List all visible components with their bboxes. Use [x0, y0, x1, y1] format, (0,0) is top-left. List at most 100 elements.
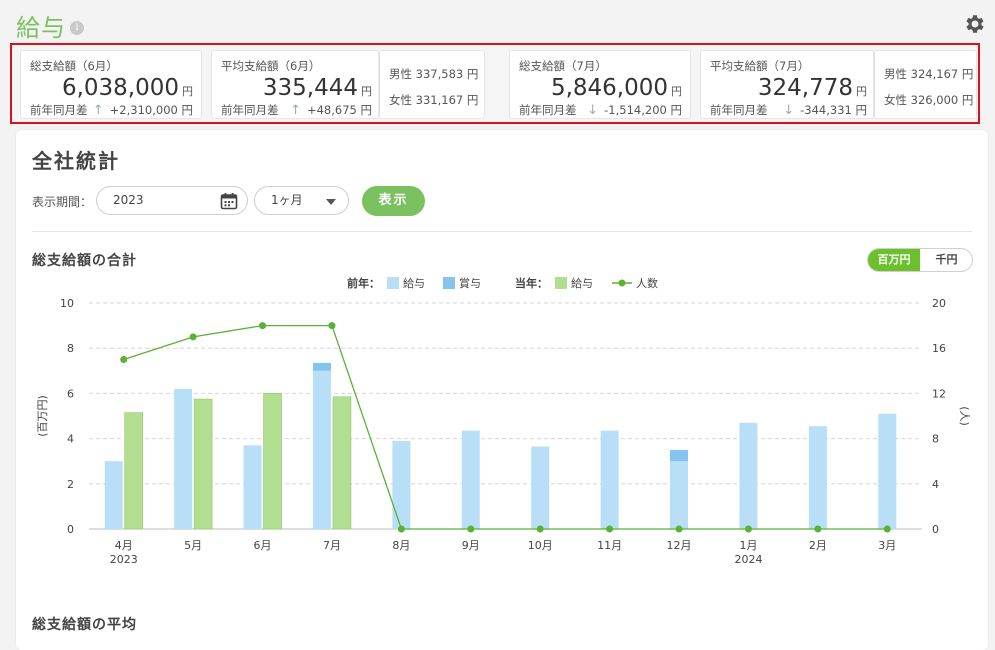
- people-line: [123, 324, 888, 530]
- people-point: [675, 525, 683, 533]
- male-average: 男性 337,583 円: [389, 67, 479, 81]
- y2-tick-label: 16: [932, 342, 946, 355]
- kpi-value: 324,778 円: [757, 75, 867, 101]
- calendar-icon[interactable]: [220, 192, 238, 210]
- kpi-diff-label: 前年同月差: [710, 103, 768, 117]
- y2-tick-label: 8: [932, 433, 939, 446]
- bar-curr-salary: [124, 412, 144, 530]
- arrow-up-icon: ↑: [290, 103, 301, 118]
- x-year-label: 2024: [734, 553, 762, 566]
- x-year-label: 2023: [110, 553, 138, 566]
- unit-option-million[interactable]: 百万円: [868, 249, 920, 271]
- legend-prev-salary-swatch: [387, 277, 399, 289]
- x-tick-label: 3月: [878, 539, 896, 552]
- unit-toggle[interactable]: 百万円 千円: [867, 248, 973, 272]
- y-tick-label: 4: [67, 433, 74, 446]
- y2-tick-label: 4: [932, 478, 939, 491]
- kpi-label: 総支給額（7月）: [519, 59, 607, 73]
- legend-prev-bonus-label: 賞与: [459, 277, 481, 290]
- kpi-label: 総支給額（6月）: [30, 59, 118, 73]
- people-point: [606, 525, 614, 533]
- info-icon[interactable]: i: [70, 21, 84, 35]
- y2-axis-title: (人): [958, 406, 971, 426]
- bar-prev-bonus: [312, 362, 331, 371]
- people-point: [189, 333, 197, 341]
- arrow-down-icon: ↓: [783, 103, 795, 118]
- bar-prev-salary: [808, 426, 827, 529]
- kpi-diff: ↑ +48,675 円: [290, 103, 372, 118]
- show-button[interactable]: 表示: [362, 186, 425, 216]
- y-tick-label: 6: [67, 387, 74, 400]
- total-salary-chart: 前年： 給与 賞与 当年： 給与 人数 0 2 4 6 8 10 0 4 8 12 16 20 (百万円) (人) 4月…: [36, 276, 971, 566]
- x-tick-label: 9月: [462, 539, 480, 552]
- y-tick-label: 10: [60, 297, 74, 310]
- kpi-card-average-july: 平均支給額（7月） 324,778 円 前年同月差 ↓ -344,331 円: [700, 50, 874, 119]
- kpi-value: 335,444 円: [262, 75, 372, 101]
- bar-prev-salary: [461, 430, 480, 529]
- kpi-card-total-july: 総支給額（7月） 5,846,000 円 前年同月差 ↓ -1,514,200 円: [509, 50, 691, 119]
- gender-breakdown-july: 男性 324,167 円 女性 326,000 円: [874, 50, 977, 119]
- kpi-diff: ↓ -1,514,200 円: [587, 103, 682, 118]
- kpi-diff-label: 前年同月差: [519, 103, 577, 117]
- y2-tick-label: 0: [932, 523, 939, 536]
- people-point: [536, 525, 544, 533]
- legend-curr-salary-label: 給与: [571, 276, 593, 290]
- bar-prev-salary: [243, 445, 262, 529]
- y2-tick-label: 12: [932, 387, 946, 400]
- people-point: [467, 525, 475, 533]
- bar-prev-salary: [670, 461, 689, 529]
- female-average: 女性 331,167 円: [389, 93, 479, 107]
- x-tick-label: 6月: [254, 539, 272, 552]
- bar-prev-salary: [104, 461, 123, 529]
- people-point: [328, 322, 336, 330]
- bar-prev-salary: [531, 446, 550, 529]
- arrow-up-icon: ↑: [92, 103, 104, 118]
- y-tick-label: 8: [67, 342, 74, 355]
- kpi-diff: ↑ +2,310,000 円: [92, 103, 193, 118]
- x-tick-label: 1月: [739, 539, 757, 552]
- kpi-diff-label: 前年同月差: [30, 103, 88, 117]
- x-tick-label: 2月: [809, 539, 827, 552]
- chart-title: 総支給額の合計: [32, 253, 137, 269]
- male-average: 男性 324,167 円: [884, 67, 974, 81]
- kpi-diff-label: 前年同月差: [221, 103, 279, 117]
- period-label: 表示期間：: [32, 195, 93, 209]
- people-point: [883, 525, 891, 533]
- people-point: [814, 525, 822, 533]
- x-tick-label: 7月: [323, 539, 341, 552]
- legend-curr-year-label: 当年：: [515, 276, 548, 290]
- unit-option-thousand[interactable]: 千円: [921, 249, 972, 271]
- x-tick-label: 4月: [115, 539, 133, 552]
- bar-prev-bonus: [670, 449, 689, 462]
- kpi-label: 平均支給額（6月）: [221, 59, 321, 73]
- kpi-card-total-june: 総支給額（6月） 6,038,000 円 前年同月差 ↑ +2,310,000 円: [20, 50, 202, 119]
- bar-curr-salary: [193, 398, 213, 530]
- bar-prev-salary: [878, 413, 897, 529]
- company-statistics-panel: 全社統計 表示期間： 2023 1ヶ月 表示 総支給額の合計 百万円 千円 前年…: [16, 130, 988, 650]
- legend-people-marker: [618, 279, 626, 287]
- range-select[interactable]: 1ヶ月: [254, 186, 349, 215]
- female-average: 女性 326,000 円: [884, 93, 974, 107]
- people-point: [397, 525, 405, 533]
- year-input[interactable]: 2023: [96, 186, 248, 215]
- next-chart-title: 総支給額の平均: [32, 617, 137, 633]
- bar-prev-salary: [312, 370, 331, 529]
- legend-people-label: 人数: [636, 277, 658, 290]
- y-axis-title: (百万円): [36, 395, 49, 437]
- legend-prev-salary-label: 給与: [403, 276, 425, 290]
- people-point: [120, 356, 128, 363]
- bar-prev-salary: [739, 422, 758, 529]
- chevron-down-icon: [326, 199, 336, 205]
- divider: [32, 231, 972, 232]
- people-point: [744, 525, 752, 533]
- x-tick-label: 10月: [528, 539, 553, 552]
- kpi-diff: ↓ -344,331 円: [783, 103, 867, 118]
- x-tick-label: 5月: [184, 539, 202, 552]
- bar-curr-salary: [332, 396, 352, 530]
- section-title: 全社統計: [32, 149, 120, 173]
- bar-prev-salary: [174, 388, 193, 529]
- y-tick-label: 2: [67, 478, 74, 491]
- gender-breakdown-june: 男性 337,583 円 女性 331,167 円: [379, 50, 485, 119]
- gear-icon[interactable]: [963, 12, 987, 36]
- page-title: 給与: [16, 14, 66, 42]
